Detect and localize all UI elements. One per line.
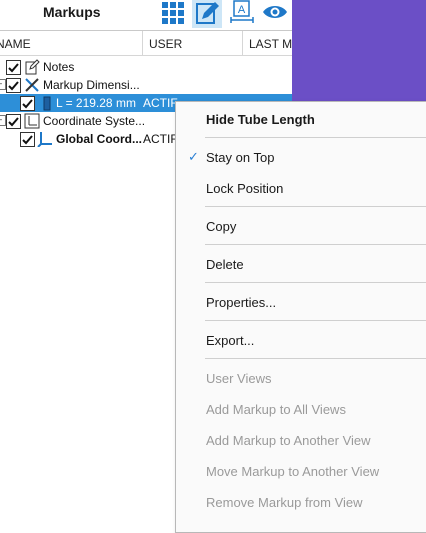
eye-icon[interactable]: [262, 0, 288, 26]
menu-move-markup-another-view: Move Markup to Another View: [206, 464, 380, 479]
column-divider[interactable]: [242, 31, 243, 55]
axes-icon: [37, 131, 53, 148]
measurement-label: L = 219.28 mm: [56, 96, 136, 110]
column-header: NAME USER LAST M: [0, 31, 292, 56]
menu-remove-markup-from-view: Remove Markup from View: [206, 495, 363, 510]
check-icon: ✓: [188, 149, 199, 164]
menu-separator: [205, 358, 426, 359]
global-coord-label: Global Coord...: [56, 132, 142, 146]
coordinate-system-icon: [24, 113, 40, 129]
column-last-modified[interactable]: LAST M: [249, 37, 292, 51]
column-user[interactable]: USER: [149, 37, 182, 51]
measurement-user: ACTIF: [143, 96, 178, 110]
tree-row-markup-dimension[interactable]: - Markup Dimensi...: [0, 76, 292, 94]
svg-text:A: A: [238, 4, 246, 16]
dimension-icon: [24, 77, 40, 93]
grid-icon[interactable]: [160, 0, 186, 26]
menu-separator: [205, 137, 426, 138]
tree-row-notes[interactable]: Notes: [0, 58, 292, 76]
menu-separator: [205, 206, 426, 207]
text-annotation-icon[interactable]: A: [229, 0, 255, 26]
markup-dimension-checkbox[interactable]: [6, 78, 21, 93]
menu-separator: [205, 320, 426, 321]
global-coord-checkbox[interactable]: [20, 132, 35, 147]
column-divider[interactable]: [142, 31, 143, 55]
menu-user-views: User Views: [206, 371, 272, 386]
menu-add-markup-all-views: Add Markup to All Views: [206, 402, 346, 417]
coordinate-system-label: Coordinate Syste...: [43, 114, 146, 128]
menu-separator: [205, 282, 426, 283]
coordinate-system-checkbox[interactable]: [6, 114, 21, 129]
measure-icon: [39, 95, 55, 111]
edit-icon[interactable]: [192, 0, 222, 28]
measurement-checkbox[interactable]: [20, 96, 35, 111]
notes-icon: [24, 59, 40, 75]
context-menu: Hide Tube Length ✓ Stay on Top Lock Posi…: [175, 101, 426, 533]
menu-lock-position[interactable]: Lock Position: [206, 181, 283, 196]
menu-stay-on-top[interactable]: Stay on Top: [206, 150, 274, 165]
notes-label: Notes: [43, 60, 75, 74]
menu-separator: [205, 244, 426, 245]
markup-dimension-label: Markup Dimensi...: [43, 78, 140, 92]
menu-add-markup-another-view: Add Markup to Another View: [206, 433, 371, 448]
panel-titlebar: Markups A: [0, 0, 292, 31]
column-name[interactable]: NAME: [0, 37, 31, 51]
menu-export[interactable]: Export...: [206, 333, 254, 348]
menu-delete[interactable]: Delete: [206, 257, 244, 272]
menu-copy[interactable]: Copy: [206, 219, 236, 234]
notes-checkbox[interactable]: [6, 60, 21, 75]
menu-hide-tube-length[interactable]: Hide Tube Length: [206, 112, 315, 127]
menu-properties[interactable]: Properties...: [206, 295, 276, 310]
panel-title: Markups: [43, 4, 101, 20]
